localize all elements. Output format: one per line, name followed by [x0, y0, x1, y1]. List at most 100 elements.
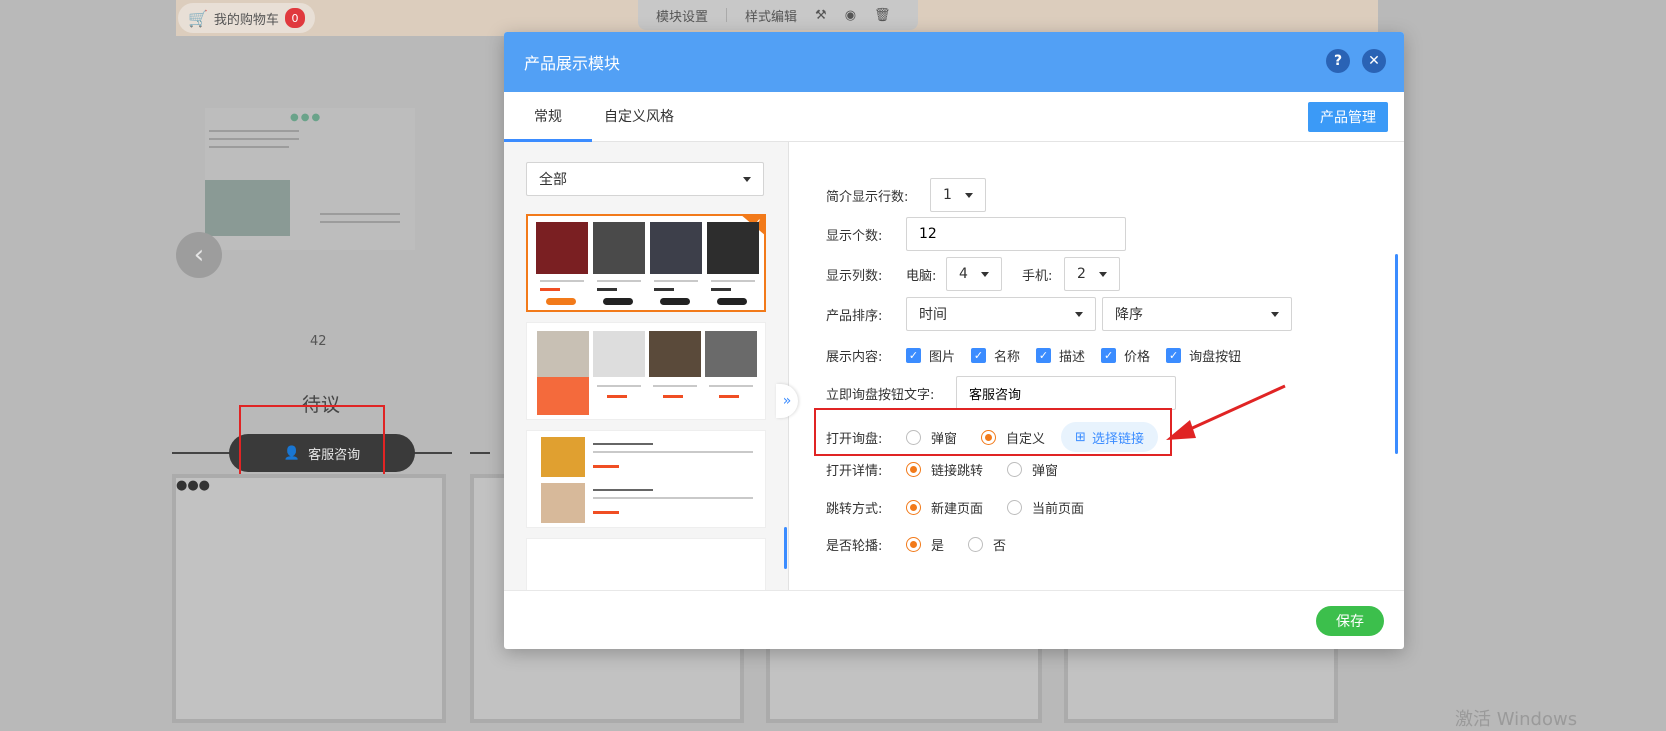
text-line [320, 213, 400, 215]
close-icon[interactable]: ✕ [1362, 49, 1386, 73]
price-mark [597, 288, 617, 291]
annotation-box-open-inquiry [814, 408, 1172, 456]
price-mark [593, 465, 619, 468]
category-select[interactable]: 全部 [526, 162, 764, 196]
intro-lines-value: 1 [943, 187, 952, 203]
template-list-scrollbar[interactable] [784, 527, 787, 569]
template-option-1[interactable]: ✓ [526, 214, 766, 312]
carousel-prev-button[interactable]: ‹ [176, 232, 222, 278]
content-option-name[interactable]: ✓ 名称 [971, 346, 1020, 365]
pc-columns-select[interactable]: 4 [946, 257, 1002, 291]
text-line [540, 280, 584, 282]
radio-selected-icon [906, 500, 921, 515]
product-thumb [650, 222, 702, 274]
content-option-price[interactable]: ✓ 价格 [1101, 346, 1150, 365]
open-detail-popup-radio[interactable]: 弹窗 [1007, 460, 1058, 479]
module-toolbar: 模块设置 样式编辑 ⚒ ◉ 🗑 [638, 0, 918, 30]
sort-field-value: 时间 [919, 307, 947, 323]
price-mark [719, 395, 739, 398]
sort-label: 产品排序: [826, 308, 883, 324]
style-edit-button[interactable]: 样式编辑 [745, 6, 797, 25]
product-thumb [705, 331, 757, 377]
cart-button[interactable]: 🛒 我的购物车 0 [178, 3, 315, 33]
windows-watermark: 激活 Windows [1455, 709, 1578, 730]
price-mark [540, 288, 560, 291]
sort-order-select[interactable]: 降序 [1102, 297, 1292, 331]
template-option-2[interactable] [526, 322, 766, 420]
text-line [709, 385, 753, 387]
option-label: 链接跳转 [931, 464, 984, 479]
trash-icon[interactable]: 🗑 [874, 8, 891, 23]
modal-footer: 保存 [504, 590, 1404, 649]
eye-icon[interactable]: ◉ [845, 8, 856, 23]
display-count-input[interactable] [906, 217, 1126, 251]
text-line [597, 280, 641, 282]
caret-down-icon [1271, 312, 1279, 317]
content-option-description[interactable]: ✓ 描述 [1036, 346, 1085, 365]
caret-down-icon [981, 272, 989, 277]
sort-field-select[interactable]: 时间 [906, 297, 1096, 331]
content-option-image[interactable]: ✓ 图片 [906, 346, 955, 365]
option-label: 是 [931, 539, 945, 554]
radio-icon [1007, 500, 1023, 515]
save-button[interactable]: 保存 [1316, 606, 1384, 636]
mobile-columns-value: 2 [1077, 266, 1086, 282]
price-mark [593, 511, 619, 514]
columns-label: 显示列数: [826, 268, 883, 284]
setting-open-detail: 打开详情: 链接跳转 弹窗 [826, 460, 1082, 479]
settings-panel: 简介显示行数: 1 显示个数: 显示列数: 电脑: 4 手机: 2 产品排 [790, 142, 1404, 590]
jump-current-page-radio[interactable]: 当前页面 [1007, 498, 1084, 517]
text-line [593, 497, 753, 499]
mobile-columns-select[interactable]: 2 [1064, 257, 1120, 291]
open-detail-link-radio[interactable]: 链接跳转 [906, 460, 983, 479]
product-manage-button[interactable]: 产品管理 [1308, 102, 1388, 132]
mobile-label: 手机: [1022, 268, 1053, 284]
cart-icon: 🛒 [188, 8, 208, 28]
settings-scrollbar[interactable] [1395, 254, 1398, 454]
radio-selected-icon [906, 537, 921, 552]
template-option-4[interactable] [526, 538, 766, 590]
inquiry-text-input[interactable] [956, 376, 1176, 410]
caret-down-icon [1099, 272, 1107, 277]
decorative-dots: ●●● [176, 478, 211, 493]
setting-display-content: 展示内容: ✓ 图片 ✓ 名称 ✓ 描述 ✓ 价格 ✓ 询盘按钮 [826, 346, 1265, 365]
checkbox-checked-icon: ✓ [971, 348, 987, 363]
option-label: 描述 [1059, 350, 1086, 365]
radio-selected-icon [906, 462, 921, 477]
product-thumb [541, 483, 585, 523]
caret-down-icon [1075, 312, 1083, 317]
button-mark [603, 298, 633, 305]
checkbox-checked-icon: ✓ [906, 348, 921, 363]
modal-header: 产品展示模块 ? ✕ [504, 32, 1404, 92]
help-icon[interactable]: ? [1326, 49, 1350, 73]
tab-general[interactable]: 常规 [504, 92, 592, 142]
annotation-box-consult [239, 405, 385, 477]
carousel-no-radio[interactable]: 否 [968, 535, 1006, 554]
open-detail-label: 打开详情: [826, 464, 883, 479]
template-option-3[interactable] [526, 430, 766, 528]
text-line [593, 451, 753, 453]
sort-order-value: 降序 [1115, 307, 1143, 323]
pc-columns-value: 4 [959, 266, 968, 282]
radio-icon [968, 537, 984, 552]
category-select-value: 全部 [539, 172, 567, 188]
content-option-inquiry-button[interactable]: ✓ 询盘按钮 [1166, 346, 1241, 365]
cart-label: 我的购物车 [213, 12, 279, 28]
product-number: 42 [310, 334, 327, 349]
option-label: 名称 [994, 350, 1021, 365]
caret-down-icon [743, 177, 751, 182]
intro-lines-select[interactable]: 1 [930, 178, 986, 212]
product-thumb [537, 331, 589, 377]
text-line [593, 489, 653, 491]
text-line [711, 280, 755, 282]
module-settings-button[interactable]: 模块设置 [656, 6, 708, 25]
magic-icon[interactable]: ⚒ [815, 8, 827, 23]
option-label: 图片 [929, 350, 956, 365]
jump-new-page-radio[interactable]: 新建页面 [906, 498, 983, 517]
tab-custom-style[interactable]: 自定义风格 [604, 92, 674, 142]
carousel-yes-radio[interactable]: 是 [906, 535, 944, 554]
checkbox-checked-icon: ✓ [1166, 348, 1182, 363]
product-thumb [536, 222, 588, 274]
divider-line [470, 452, 490, 454]
setting-columns: 显示列数: 电脑: 4 手机: 2 [826, 257, 1120, 291]
